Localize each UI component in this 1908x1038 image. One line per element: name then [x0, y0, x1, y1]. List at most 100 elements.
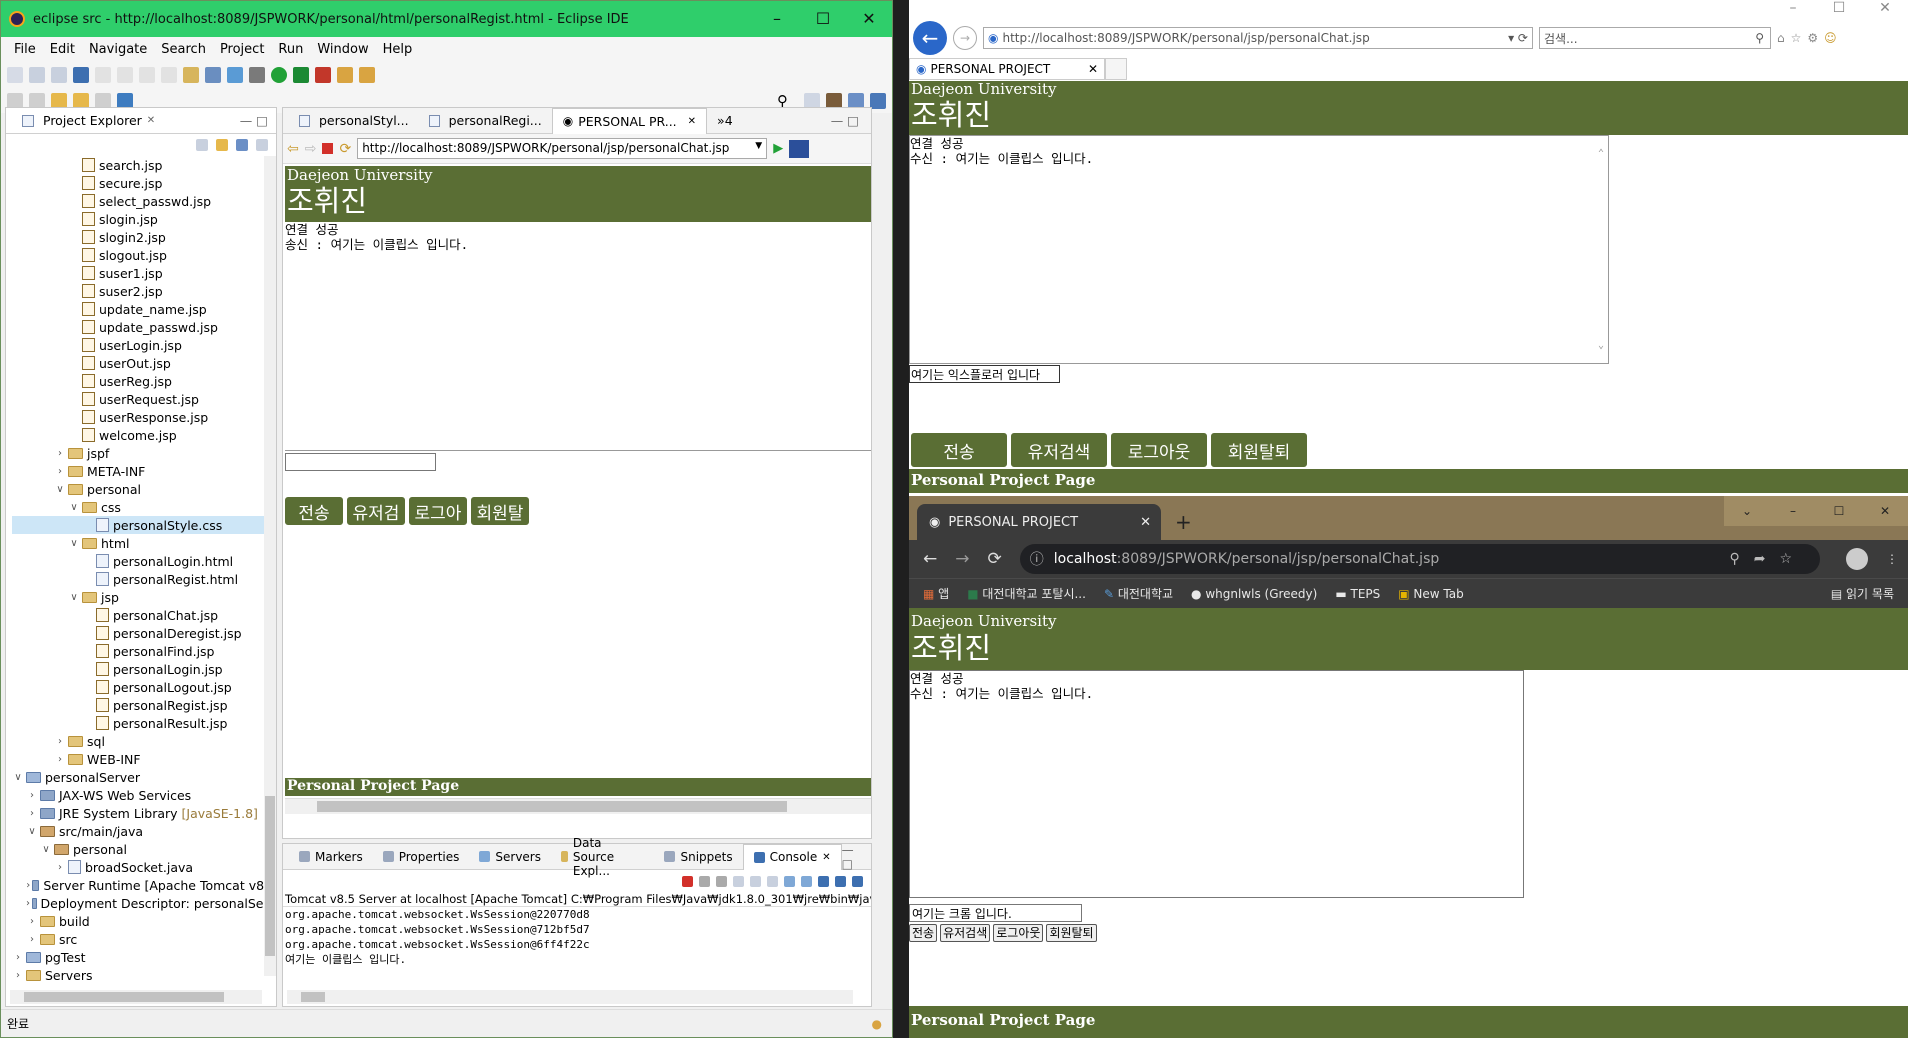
- tab-personal-project[interactable]: ◉ PERSONAL PR... ✕: [551, 107, 708, 134]
- tree-item[interactable]: › jspf: [12, 444, 276, 462]
- tree-item[interactable]: suser2.jsp: [12, 282, 276, 300]
- settings-icon[interactable]: ⚙: [1807, 31, 1818, 45]
- chevron-right-icon[interactable]: ›: [54, 466, 66, 477]
- tree-item[interactable]: userRequest.jsp: [12, 390, 276, 408]
- minimize-button[interactable]: –: [754, 1, 800, 37]
- bookmark-apps[interactable]: ▦ 앱: [923, 585, 949, 602]
- chrome-omnibox[interactable]: ⓘ localhost :8089/JSPWORK/personal/jsp/p…: [1019, 544, 1820, 574]
- chevron-down-icon[interactable]: ∨: [54, 484, 66, 495]
- smiley-icon[interactable]: ☺: [1824, 31, 1837, 45]
- stop-icon[interactable]: [322, 143, 334, 154]
- chrome-tab[interactable]: ◉ PERSONAL PROJECT ✕: [917, 504, 1161, 540]
- message-input[interactable]: 여기는 익스플로러 입니다: [909, 365, 1060, 383]
- chevron-right-icon[interactable]: ›: [26, 880, 30, 891]
- save-icon[interactable]: [29, 67, 45, 83]
- tree-item[interactable]: userOut.jsp: [12, 354, 276, 372]
- new-tab-button[interactable]: [1105, 58, 1127, 80]
- tree-item[interactable]: search.jsp: [12, 156, 276, 174]
- server-icon[interactable]: [205, 67, 221, 83]
- minimize-view-icon[interactable]: — □: [240, 113, 268, 128]
- menu-file[interactable]: File: [7, 42, 43, 57]
- tree-item[interactable]: personalRegist.jsp: [12, 696, 276, 714]
- tab-personal-regist[interactable]: personalRegi...: [419, 108, 552, 134]
- remove-all-icon[interactable]: [716, 875, 727, 887]
- console-output[interactable]: org.apache.tomcat.websocket.WsSession@22…: [283, 907, 871, 991]
- tree-item[interactable]: personalRegist.html: [12, 570, 276, 588]
- tree-item[interactable]: › META-INF: [12, 462, 276, 480]
- home-icon[interactable]: ⌂: [1777, 31, 1785, 45]
- ie-search-input[interactable]: 검색... ⚲: [1539, 27, 1771, 49]
- menu-navigate[interactable]: Navigate: [82, 42, 154, 57]
- tree-item[interactable]: suser1.jsp: [12, 264, 276, 282]
- maximize-console-icon[interactable]: — □: [842, 843, 859, 871]
- menu-run[interactable]: Run: [271, 42, 310, 57]
- coverage-icon[interactable]: [293, 67, 309, 83]
- display-console-icon[interactable]: [835, 875, 846, 887]
- back-arrow-icon[interactable]: ⇦: [287, 141, 299, 157]
- tip-icon[interactable]: ●: [872, 1017, 882, 1031]
- show-stdout-icon[interactable]: [784, 875, 795, 887]
- refresh-icon[interactable]: ⟳: [988, 549, 1002, 569]
- chevron-down-icon[interactable]: ▼: [755, 141, 762, 156]
- build-icon[interactable]: [183, 67, 199, 83]
- terminate-icon[interactable]: [682, 875, 693, 887]
- explorer-hscroll-thumb[interactable]: [24, 992, 224, 1002]
- user-search-button[interactable]: 유저검색: [940, 924, 991, 942]
- clear-console-icon[interactable]: [733, 875, 744, 887]
- open-external-browser-icon[interactable]: [789, 139, 810, 158]
- ie-tab[interactable]: ◉ PERSONAL PROJECT ✕: [909, 58, 1105, 80]
- resume-icon[interactable]: [117, 67, 133, 83]
- send-button[interactable]: 전송: [285, 497, 343, 525]
- tree-item[interactable]: › Servers: [12, 966, 276, 984]
- close-tab-icon[interactable]: ✕: [1088, 62, 1098, 76]
- link-editor-icon[interactable]: [216, 139, 228, 151]
- send-button[interactable]: 전송: [911, 433, 1007, 467]
- tree-item[interactable]: personalFind.jsp: [12, 642, 276, 660]
- terminal-icon[interactable]: [73, 67, 89, 83]
- refresh-icon[interactable]: ⟳: [339, 141, 351, 157]
- info-icon[interactable]: ⓘ: [1030, 549, 1044, 569]
- logout-button[interactable]: 로그아웃: [1111, 433, 1207, 467]
- menu-edit[interactable]: Edit: [43, 42, 82, 57]
- eclipse-titlebar[interactable]: eclipse src - http://localhost:8089/JSPW…: [1, 1, 892, 37]
- close-tab-icon[interactable]: ✕: [147, 115, 155, 126]
- deregister-button[interactable]: 회원탈퇴: [1211, 433, 1307, 467]
- maximize-button[interactable]: ☐: [800, 1, 846, 37]
- debug-icon[interactable]: [249, 67, 265, 83]
- ie-address-bar[interactable]: ◉ http://localhost:8089/JSPWORK/personal…: [983, 27, 1533, 49]
- close-tab-icon[interactable]: ✕: [688, 116, 696, 127]
- scroll-down-icon[interactable]: ⌄: [1598, 338, 1604, 353]
- maximize-button[interactable]: ☐: [1816, 496, 1862, 526]
- chevron-down-icon[interactable]: ∨: [68, 592, 80, 603]
- tree-item[interactable]: ∨ personal: [12, 840, 276, 858]
- tree-item[interactable]: slogin.jsp: [12, 210, 276, 228]
- external-tools-icon[interactable]: [315, 67, 331, 83]
- favorites-icon[interactable]: ☆: [1791, 31, 1802, 45]
- reading-list[interactable]: ▤ 읽기 목록: [1831, 585, 1894, 602]
- chat-textarea[interactable]: 연결 성공 수신 : 여기는 이클립스 입니다. ⌃ ⌄: [909, 135, 1609, 364]
- chevron-down-icon[interactable]: ∨: [40, 844, 52, 855]
- chevron-right-icon[interactable]: ›: [54, 448, 66, 459]
- explorer-scroll-thumb[interactable]: [265, 796, 275, 956]
- menu-window[interactable]: Window: [310, 42, 375, 57]
- tree-item[interactable]: personalChat.jsp: [12, 606, 276, 624]
- browser-url-input[interactable]: http://localhost:8089/JSPWORK/personal/j…: [357, 138, 768, 159]
- terminate-icon[interactable]: [161, 67, 177, 83]
- tree-item[interactable]: › WEB-INF: [12, 750, 276, 768]
- chevron-right-icon[interactable]: ›: [26, 808, 38, 819]
- tree-item[interactable]: slogout.jsp: [12, 246, 276, 264]
- chevron-right-icon[interactable]: ›: [26, 790, 38, 801]
- chevron-right-icon[interactable]: ›: [54, 754, 66, 765]
- maximize-editor-icon[interactable]: — □: [831, 113, 859, 128]
- search-icon[interactable]: ⚲: [1755, 31, 1764, 45]
- scroll-lock-icon[interactable]: [750, 875, 761, 887]
- menu-project[interactable]: Project: [213, 42, 271, 57]
- tab-servers[interactable]: Servers: [469, 844, 551, 870]
- suspend-icon[interactable]: [139, 67, 155, 83]
- open-type-icon[interactable]: [337, 67, 353, 83]
- profile-avatar[interactable]: [1846, 548, 1868, 570]
- tree-item[interactable]: personalStyle.css: [12, 516, 276, 534]
- chevron-right-icon[interactable]: ›: [54, 736, 66, 747]
- page-hscroll-thumb[interactable]: [317, 801, 787, 812]
- show-stderr-icon[interactable]: [801, 875, 812, 887]
